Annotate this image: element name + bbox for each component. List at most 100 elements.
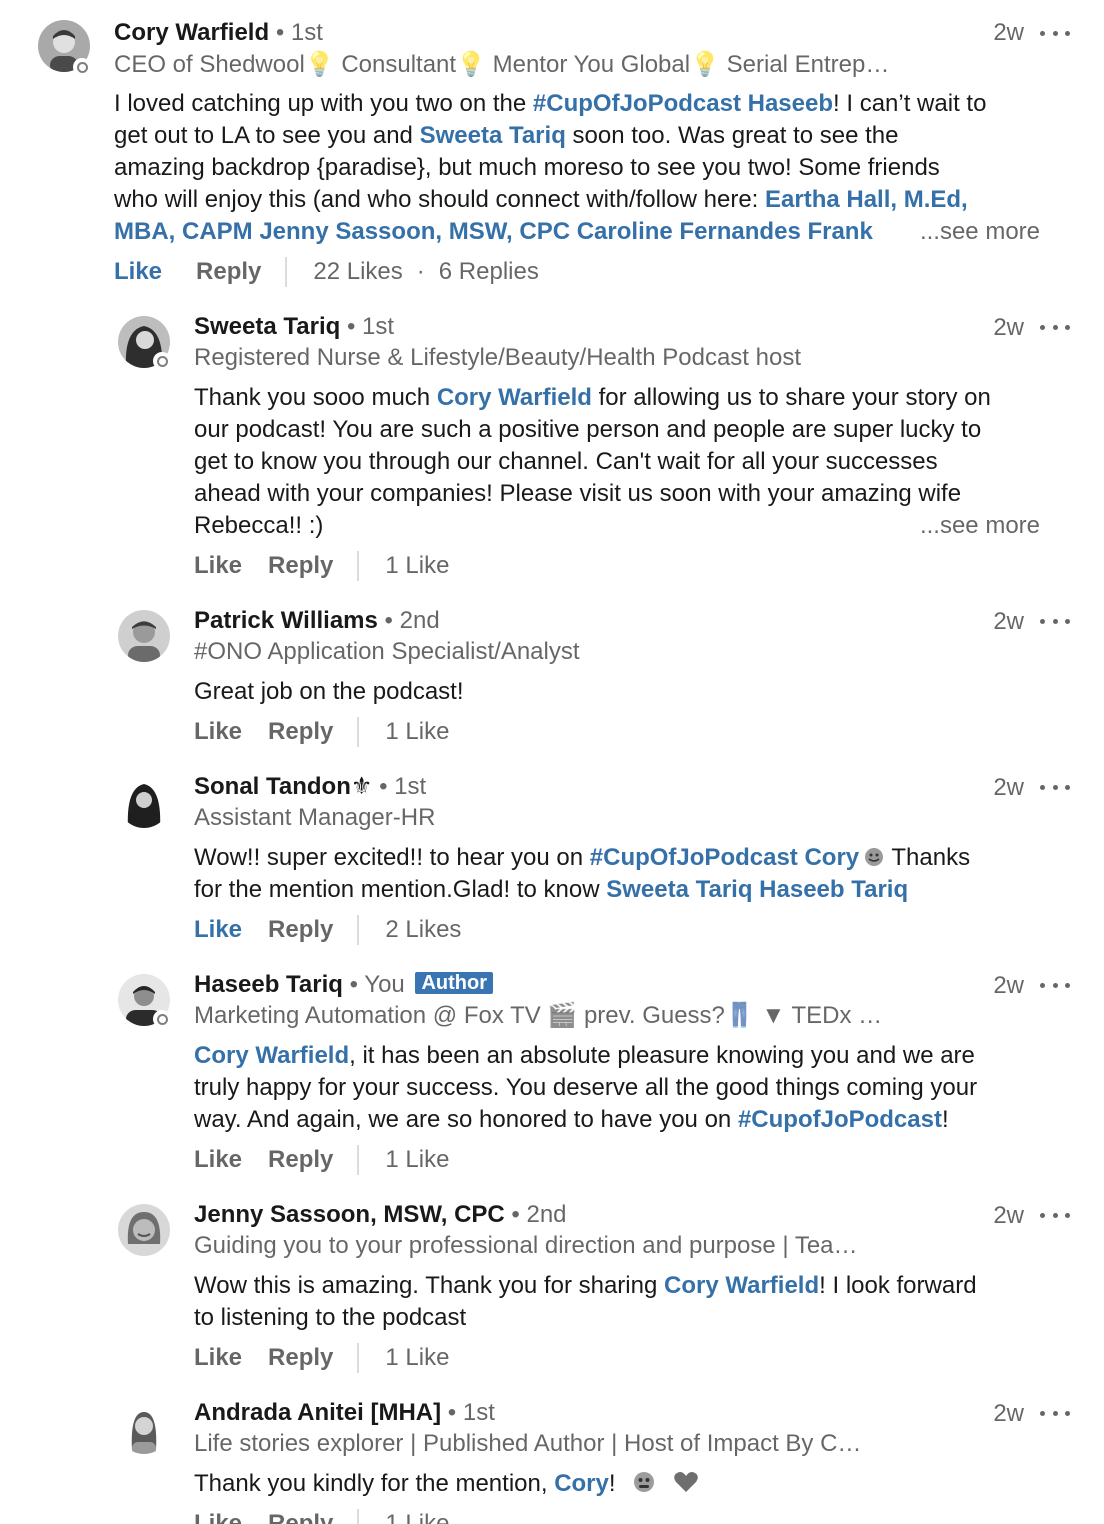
mention-link[interactable]: Cory Warfield <box>664 1272 819 1299</box>
mention-link[interactable]: Sweeta Tariq Haseeb Tariq <box>606 876 908 903</box>
connection-degree: • 2nd <box>511 1201 567 1228</box>
more-options-icon[interactable] <box>1040 1200 1070 1230</box>
avatar[interactable] <box>118 776 170 828</box>
like-button[interactable]: Like <box>194 550 242 582</box>
reply-andrada-anitei: Andrada Anitei [MHA] • 1st Life stories … <box>0 1386 1104 1524</box>
presence-indicator <box>73 58 91 76</box>
commenter-headline: Assistant Manager-HR <box>194 804 436 831</box>
comment-line: amazing backdrop {paradise}, but much mo… <box>114 154 940 181</box>
comment-header: Sonal Tandon⚜ • 1st <box>194 772 426 802</box>
connection-degree: • 1st <box>346 313 395 340</box>
replies-count[interactable]: 6 Replies <box>439 256 539 288</box>
comment-actions: Like Reply 1 Like <box>194 1144 449 1176</box>
avatar[interactable] <box>118 1402 170 1454</box>
likes-count[interactable]: 22 Likes <box>313 256 402 288</box>
commenter-headline: CEO of Shedwool💡 Consultant💡 Mentor You … <box>114 51 890 78</box>
mention-link[interactable]: Cory <box>554 1470 609 1497</box>
more-options-icon[interactable] <box>1040 970 1070 1000</box>
hashtag-link[interactable]: #CupOfJoPodcast Cory <box>590 844 859 871</box>
mention-link[interactable]: Sweeta Tariq <box>420 122 566 149</box>
like-button[interactable]: Like <box>194 1144 242 1176</box>
more-options-icon[interactable] <box>1040 312 1070 342</box>
text: ! I look forward <box>819 1272 977 1299</box>
commenter-name[interactable]: Patrick Williams <box>194 607 378 634</box>
commenter-name[interactable]: Sonal Tandon⚜ <box>194 773 372 800</box>
text: who will enjoy this (and who should conn… <box>114 186 766 213</box>
reply-button[interactable]: Reply <box>196 256 261 288</box>
divider <box>357 717 360 747</box>
text: soon too. Was great to see the <box>565 122 899 149</box>
see-more-link[interactable]: ...see more <box>920 510 1040 542</box>
mention-link[interactable]: Eartha Hall, M.Ed, <box>765 186 968 213</box>
reply-button[interactable]: Reply <box>268 550 333 582</box>
divider <box>357 1145 360 1175</box>
avatar[interactable] <box>118 1204 170 1256</box>
separator: · <box>416 258 425 285</box>
like-button[interactable]: Like <box>194 1508 242 1524</box>
reply-button[interactable]: Reply <box>268 716 333 748</box>
mention-link[interactable]: Cory Warfield <box>437 384 592 411</box>
text: for allowing us to share your story on <box>591 384 991 411</box>
likes-count[interactable]: 1 Like <box>385 1508 449 1524</box>
reply-button[interactable]: Reply <box>268 1508 333 1524</box>
text: ! <box>608 1470 616 1497</box>
comment-line: get out to LA to see you and Sweeta Tari… <box>114 120 899 152</box>
more-options-icon[interactable] <box>1040 606 1070 636</box>
mention-link[interactable]: Cory Warfield <box>194 1042 349 1069</box>
comment-header: Cory Warfield • 1st <box>114 18 323 48</box>
reply-button[interactable]: Reply <box>268 914 333 946</box>
likes-count[interactable]: 2 Likes <box>385 914 461 946</box>
commenter-headline: #ONO Application Specialist/Analyst <box>194 638 580 665</box>
timestamp: 2w <box>993 314 1024 341</box>
text: for the mention mention.Glad! to know <box>194 876 607 903</box>
commenter-name[interactable]: Andrada Anitei [MHA] <box>194 1399 441 1426</box>
commenter-name[interactable]: Haseeb Tariq <box>194 971 343 998</box>
avatar[interactable] <box>118 610 170 662</box>
hashtag-link[interactable]: #CupofJoPodcast <box>738 1106 942 1133</box>
commenter-headline: Life stories explorer | Published Author… <box>194 1430 862 1457</box>
likes-count[interactable]: 1 Like <box>385 1342 449 1374</box>
more-options-icon[interactable] <box>1040 1398 1070 1428</box>
likes-count[interactable]: 1 Like <box>385 1144 449 1176</box>
commenter-headline: Registered Nurse & Lifestyle/Beauty/Heal… <box>194 344 801 371</box>
timestamp: 2w <box>993 19 1024 46</box>
connection-degree: • 1st <box>275 19 323 46</box>
likes-count[interactable]: 1 Like <box>385 716 449 748</box>
text: Thanks <box>885 844 971 871</box>
commenter-headline: Guiding you to your professional directi… <box>194 1232 858 1259</box>
comment-line: Wow!! super excited!! to hear you on #Cu… <box>194 842 970 877</box>
comment-line: for the mention mention.Glad! to know Sw… <box>194 874 908 906</box>
likes-count[interactable]: 1 Like <box>385 550 449 582</box>
text: ! I can’t wait to <box>833 90 987 117</box>
like-button[interactable]: Like <box>114 256 162 288</box>
hashtag-link[interactable]: #CupOfJoPodcast Haseeb <box>533 90 833 117</box>
comment-line: Great job on the podcast! <box>194 678 464 705</box>
commenter-name[interactable]: Jenny Sassoon, MSW, CPC <box>194 1201 505 1228</box>
commenter-name[interactable]: Sweeta Tariq <box>194 313 340 340</box>
text: Thank you kindly for the mention, <box>194 1470 555 1497</box>
reply-button[interactable]: Reply <box>268 1342 333 1374</box>
comment-actions: Like Reply 2 Likes <box>194 914 461 946</box>
like-button[interactable]: Like <box>194 716 242 748</box>
see-more-link[interactable]: ...see more <box>920 216 1040 248</box>
comment-actions: Like Reply 22 Likes · 6 Replies <box>114 256 539 288</box>
divider <box>357 1509 360 1524</box>
reply-sonal-tandon: Sonal Tandon⚜ • 1st Assistant Manager-HR… <box>0 760 1104 960</box>
comment-line: way. And again, we are so honored to hav… <box>194 1104 949 1136</box>
divider <box>357 1343 360 1373</box>
heart-icon <box>673 1470 699 1503</box>
text: way. And again, we are so honored to hav… <box>194 1106 738 1133</box>
comment-actions: Like Reply 1 Like <box>194 1342 449 1374</box>
reply-button[interactable]: Reply <box>268 1144 333 1176</box>
commenter-name[interactable]: Cory Warfield <box>114 19 269 46</box>
reply-patrick-williams: Patrick Williams • 2nd #ONO Application … <box>0 594 1104 764</box>
like-button[interactable]: Like <box>194 914 242 946</box>
divider <box>285 257 288 287</box>
text: ! <box>941 1106 949 1133</box>
more-options-icon[interactable] <box>1040 18 1070 48</box>
like-button[interactable]: Like <box>194 1342 242 1374</box>
mention-link[interactable]: MBA, CAPM Jenny Sassoon, MSW, CPC Caroli… <box>114 218 873 245</box>
more-options-icon[interactable] <box>1040 772 1070 802</box>
text: Thank you sooo much <box>194 384 437 411</box>
connection-degree: • 1st <box>379 773 427 800</box>
